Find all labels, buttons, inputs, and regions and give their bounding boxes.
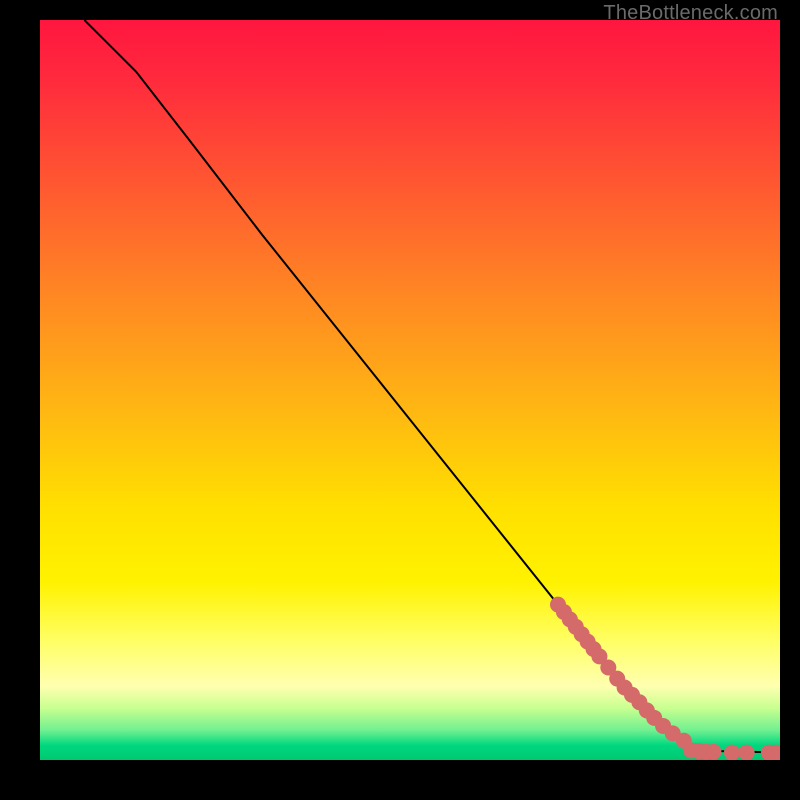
chart-svg: [40, 20, 780, 760]
data-point: [705, 744, 721, 760]
data-point: [724, 745, 740, 760]
plot-area: [40, 20, 780, 760]
data-point: [739, 745, 755, 760]
bottleneck-curve: [84, 20, 780, 753]
chart-frame: TheBottleneck.com: [0, 0, 800, 800]
